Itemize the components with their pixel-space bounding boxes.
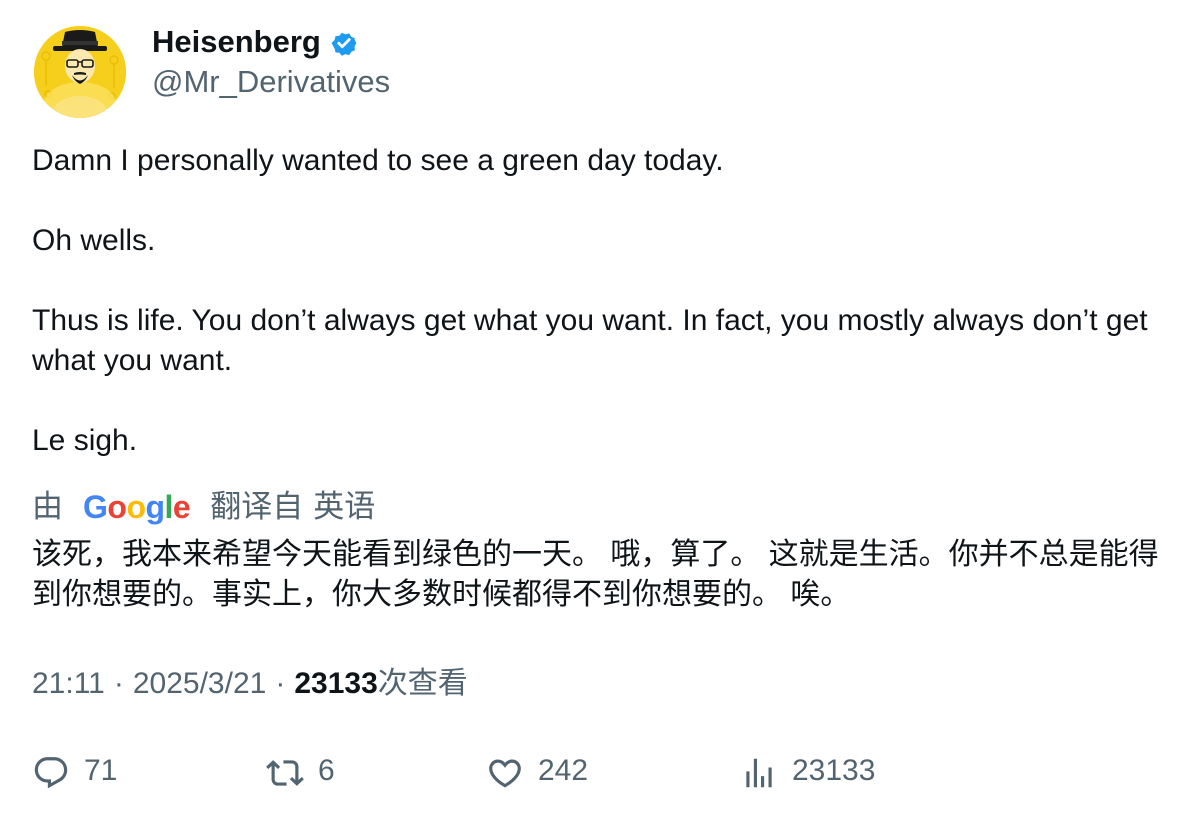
tweet-meta: 21:11 · 2025/3/21 · 23133 次查看 [32,663,468,705]
translated-from-label: 翻译自 [210,489,304,524]
views-label: 次查看 [377,667,468,700]
avatar[interactable] [34,26,126,118]
author-handle[interactable]: @Mr_Derivatives [152,62,390,102]
source-language: 英语 [313,489,376,524]
tweet-paragraph: Oh wells. [32,224,156,257]
verified-badge-icon[interactable] [329,28,359,58]
retweet-count: 6 [318,754,335,787]
author-name-row: Heisenberg [152,22,359,62]
reply-icon [34,757,68,789]
tweet-paragraph: Thus is life. You don’t always get what … [32,304,1148,377]
meta-separator: · [113,667,124,700]
tweet-text: Damn I personally wanted to see a green … [32,141,1152,461]
tweet-date[interactable]: 2025/3/21 [133,663,266,705]
retweet-button[interactable]: 6 [266,748,335,798]
views-count-action: 23133 [792,754,876,787]
retweet-icon [266,760,304,786]
reply-count: 71 [84,754,118,787]
views-count: 23133 [294,667,378,700]
tweet-time[interactable]: 21:11 [32,663,105,705]
meta-separator: · [275,667,286,700]
google-logo: Google [83,489,191,525]
translated-text: 该死，我本来希望今天能看到绿色的一天。 哦，算了。 这就是生活。你并不总是能得到… [32,538,1159,611]
tweet-paragraph: Le sigh. [32,424,138,457]
translated-by-prefix: 由 [32,489,63,524]
tweet-paragraph: Damn I personally wanted to see a green … [32,144,724,177]
heart-icon [489,759,521,788]
like-button[interactable]: 242 [486,748,588,798]
translated-by-line[interactable]: 由 Google 翻译自 英语 [32,486,375,528]
like-count: 242 [538,754,589,787]
reply-button[interactable]: 71 [32,748,117,798]
views-chart-icon [746,758,772,788]
action-bar: 71 6 242 23133 [0,748,1196,798]
author-display-name[interactable]: Heisenberg [152,22,321,62]
views-button[interactable]: 23133 [740,748,875,798]
avatar-image [34,26,126,118]
tweet: Heisenberg @Mr_Derivatives Damn I person… [0,0,1196,818]
